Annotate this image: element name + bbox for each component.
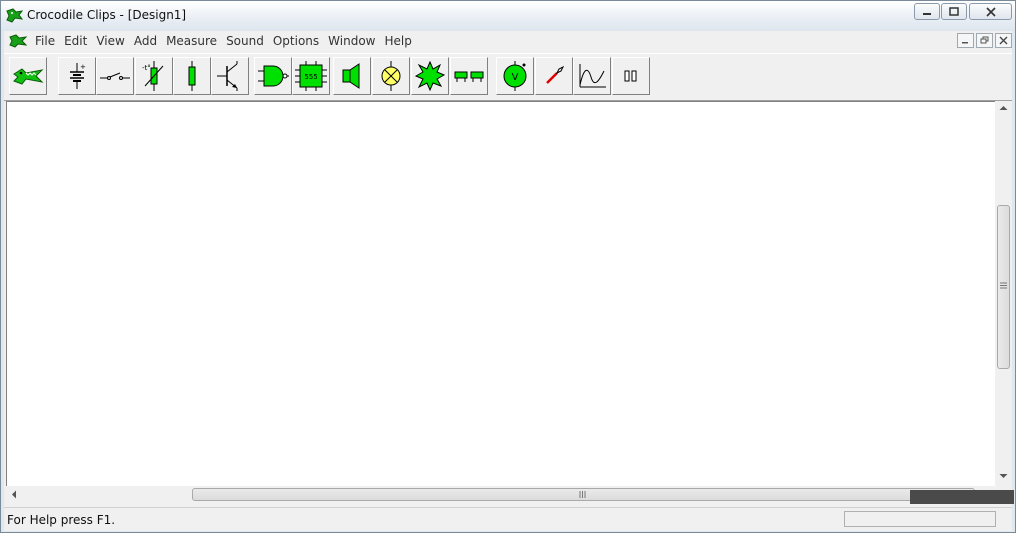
menu-file[interactable]: File bbox=[35, 34, 61, 48]
ic-555-label: 555 bbox=[304, 73, 317, 81]
child-close-button[interactable] bbox=[995, 33, 1012, 48]
document-crocodile-icon[interactable] bbox=[9, 33, 27, 49]
switch-icon bbox=[100, 72, 130, 80]
tool-lamp-button[interactable] bbox=[372, 57, 410, 95]
menu-add[interactable]: Add bbox=[134, 34, 163, 48]
tool-pause-button[interactable] bbox=[612, 57, 650, 95]
horizontal-scrollbar[interactable] bbox=[6, 486, 995, 503]
pause-icon bbox=[624, 70, 637, 82]
voltmeter-icon: V bbox=[503, 61, 527, 91]
app-window: Crocodile Clips - [Design1] File Edit Vi… bbox=[0, 0, 1016, 533]
size-grip[interactable] bbox=[910, 490, 1014, 504]
menu-measure[interactable]: Measure bbox=[166, 34, 223, 48]
menu-sound[interactable]: Sound bbox=[226, 34, 270, 48]
ic-555-icon: 555 bbox=[295, 61, 327, 91]
minimize-button[interactable] bbox=[914, 3, 940, 20]
status-pane bbox=[844, 511, 996, 527]
crocodile-logo-icon bbox=[13, 68, 44, 85]
tool-crocodile-button[interactable] bbox=[9, 57, 47, 95]
status-bar: For Help press F1. bbox=[4, 507, 1012, 531]
minimize-icon bbox=[923, 12, 931, 15]
grip-icon bbox=[579, 491, 586, 498]
thermistor-icon: -t° bbox=[142, 61, 164, 91]
minimize-icon bbox=[962, 42, 968, 44]
scroll-down-icon[interactable] bbox=[999, 473, 1008, 479]
menu-help[interactable]: Help bbox=[385, 34, 418, 48]
tool-speaker-button[interactable] bbox=[333, 57, 371, 95]
wire-link-icon bbox=[454, 71, 484, 82]
speaker-icon bbox=[342, 63, 360, 89]
tool-ic-555-button[interactable]: 555 bbox=[292, 57, 330, 95]
svg-text:-t°: -t° bbox=[142, 64, 151, 72]
resistor-icon bbox=[188, 61, 196, 91]
vertical-scroll-thumb[interactable] bbox=[997, 205, 1010, 369]
tool-voltmeter-button[interactable]: V bbox=[496, 57, 534, 95]
restore-icon bbox=[949, 6, 959, 16]
transistor-icon bbox=[217, 61, 238, 91]
menu-options[interactable]: Options bbox=[273, 34, 325, 48]
menu-window[interactable]: Window bbox=[328, 34, 381, 48]
voltmeter-label: V bbox=[512, 72, 519, 83]
tool-thermistor-button[interactable]: -t° bbox=[135, 57, 173, 95]
status-text: For Help press F1. bbox=[7, 513, 116, 527]
menu-items: File Edit View Add Measure Sound Options… bbox=[35, 34, 421, 48]
maximize-button[interactable] bbox=[941, 3, 967, 20]
restore-icon bbox=[980, 36, 989, 44]
battery-icon: + bbox=[70, 63, 86, 89]
scroll-up-icon[interactable] bbox=[999, 105, 1008, 111]
tool-graph-button[interactable] bbox=[573, 57, 611, 95]
tool-logic-gate-button[interactable] bbox=[254, 57, 292, 95]
child-restore-button[interactable] bbox=[976, 33, 993, 48]
tool-burst-button[interactable] bbox=[411, 57, 449, 95]
menu-edit[interactable]: Edit bbox=[64, 34, 93, 48]
logic-gate-icon bbox=[258, 65, 289, 87]
svg-text:+: + bbox=[80, 63, 86, 71]
menu-view[interactable]: View bbox=[96, 34, 130, 48]
title-bar[interactable]: Crocodile Clips - [Design1] bbox=[1, 1, 1015, 31]
child-minimize-button[interactable] bbox=[957, 33, 974, 48]
component-toolbar: + -t° 555 V bbox=[4, 53, 1012, 101]
menu-bar: File Edit View Add Measure Sound Options… bbox=[4, 31, 1012, 51]
probe-icon bbox=[546, 65, 565, 84]
vertical-scrollbar[interactable] bbox=[995, 101, 1012, 486]
tool-transistor-button[interactable] bbox=[211, 57, 249, 95]
lamp-icon bbox=[381, 61, 401, 91]
graph-icon bbox=[579, 64, 606, 88]
tool-probe-button[interactable] bbox=[535, 57, 573, 95]
app-body: File Edit View Add Measure Sound Options… bbox=[4, 31, 1012, 531]
tool-wire-link-button[interactable] bbox=[450, 57, 488, 95]
crocodile-app-icon bbox=[6, 8, 23, 23]
close-icon bbox=[985, 6, 996, 17]
horizontal-scroll-thumb[interactable] bbox=[192, 488, 975, 501]
tool-switch-button[interactable] bbox=[96, 57, 134, 95]
close-icon bbox=[999, 36, 1008, 45]
burst-icon bbox=[414, 60, 446, 92]
close-button[interactable] bbox=[969, 3, 1012, 20]
window-title: Crocodile Clips - [Design1] bbox=[27, 8, 187, 22]
design-canvas[interactable] bbox=[6, 101, 996, 487]
tool-battery-button[interactable]: + bbox=[58, 57, 96, 95]
scroll-left-icon[interactable] bbox=[11, 490, 17, 499]
grip-icon bbox=[1000, 282, 1007, 289]
tool-resistor-button[interactable] bbox=[173, 57, 211, 95]
